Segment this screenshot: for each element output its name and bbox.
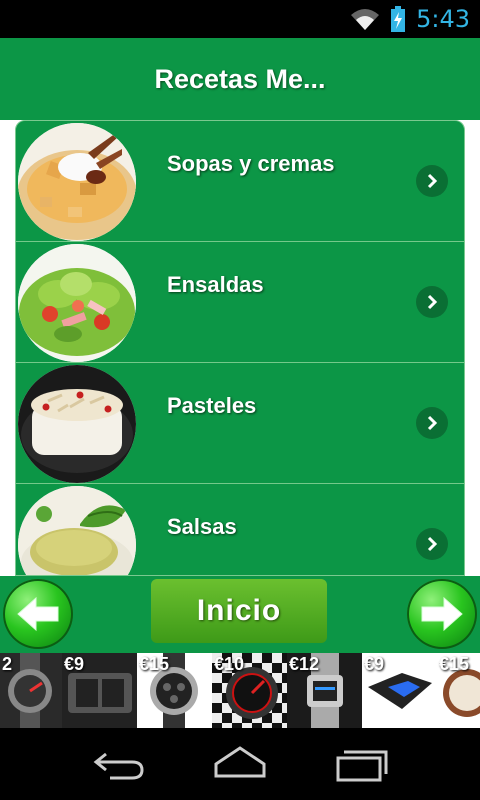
system-back-icon[interactable] xyxy=(92,744,148,784)
ad-watch-item[interactable]: 2 xyxy=(0,653,62,728)
list-item-sopas[interactable]: Sopas y cremas xyxy=(16,121,464,242)
chevron-right-icon[interactable] xyxy=(416,407,448,439)
cake-photo xyxy=(18,365,136,483)
list-item-label: Pasteles xyxy=(167,393,257,418)
ad-watch-item[interactable]: €10 xyxy=(212,653,287,728)
list-item-ensaldas[interactable]: Ensaldas xyxy=(16,242,464,363)
ad-price: €9 xyxy=(64,654,85,674)
home-button[interactable]: Inicio xyxy=(151,579,327,643)
sauce-photo xyxy=(18,486,136,575)
forward-button[interactable] xyxy=(407,579,477,649)
clock: 5:43 xyxy=(416,5,470,33)
ad-price: €15 xyxy=(139,654,170,674)
system-home-icon[interactable] xyxy=(212,744,268,784)
chevron-right-icon[interactable] xyxy=(416,165,448,197)
ad-price: €10 xyxy=(214,654,245,674)
ad-banner[interactable]: 2 €9 €15 €10 €12 €9 €15 xyxy=(0,653,480,728)
arrow-right-icon xyxy=(421,596,463,632)
arrow-left-icon xyxy=(17,596,59,632)
ad-watch-item[interactable]: €15 xyxy=(137,653,212,728)
list-item-label: Salsas xyxy=(167,514,237,539)
app-header: Recetas Me... xyxy=(0,38,480,120)
status-bar: 5:43 xyxy=(0,0,480,38)
ad-watch-item[interactable]: €12 xyxy=(287,653,362,728)
salad-photo xyxy=(18,244,136,362)
list-item-label: Ensaldas xyxy=(167,272,264,297)
back-button[interactable] xyxy=(3,579,73,649)
chevron-right-icon[interactable] xyxy=(416,528,448,560)
soup-photo xyxy=(18,123,136,241)
battery-icon xyxy=(391,6,406,32)
ad-price: €9 xyxy=(364,654,385,674)
ad-watch-item[interactable]: €15 xyxy=(437,653,480,728)
recipe-category-list: Sopas y cremas Ensaldas Pasteles Salsas xyxy=(15,120,465,576)
page-title: Recetas Me... xyxy=(154,63,326,94)
list-item-salsas[interactable]: Salsas xyxy=(16,484,464,575)
ad-price: 2 xyxy=(2,654,13,674)
ad-watch-item[interactable]: €9 xyxy=(362,653,437,728)
ad-watch-item[interactable]: €9 xyxy=(62,653,137,728)
list-item-pasteles[interactable]: Pasteles xyxy=(16,363,464,484)
bottom-navigation-bar: Inicio xyxy=(0,576,480,653)
chevron-right-icon[interactable] xyxy=(416,286,448,318)
wifi-icon xyxy=(351,9,380,30)
system-navigation-bar xyxy=(0,728,480,800)
system-recent-apps-icon[interactable] xyxy=(334,744,390,784)
list-item-label: Sopas y cremas xyxy=(167,151,335,176)
ad-price: €12 xyxy=(289,654,320,674)
ad-price: €15 xyxy=(439,654,470,674)
